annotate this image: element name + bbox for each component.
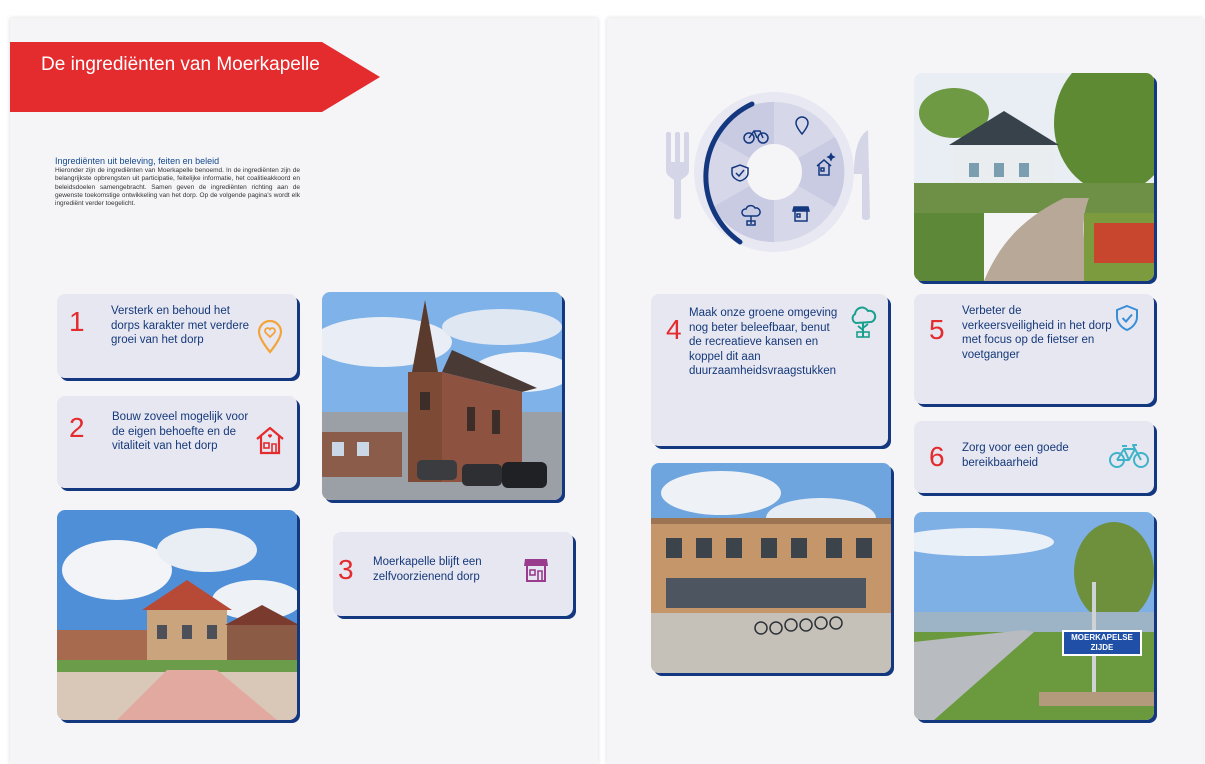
- ingredient-number: 6: [929, 441, 945, 472]
- intro-section: Ingrediënten uit beleving, feiten en bel…: [55, 156, 300, 208]
- ingredient-text: Verbeter de verkeersveiligheid in het do…: [962, 305, 1112, 361]
- ingredient-text: Versterk en behoud het dorps karakter me…: [111, 305, 250, 346]
- ingredient-text: Maak onze groene omgeving nog beter bele…: [689, 307, 838, 377]
- ingredient-number: 2: [69, 412, 85, 443]
- bicycle-icon: [1108, 443, 1150, 474]
- title-banner: De ingrediënten van Moerkapelle: [10, 42, 380, 112]
- ingredient-number: 5: [929, 314, 945, 345]
- shop-icon: [522, 556, 550, 589]
- ingredient-card-4: 4 Maak onze groene omgeving nog beter be…: [651, 294, 888, 446]
- intro-heading: Ingrediënten uit beleving, feiten en bel…: [55, 156, 220, 166]
- tree-icon: [849, 306, 877, 343]
- knife-icon: [854, 130, 870, 220]
- house-heart-icon: [254, 424, 286, 461]
- houses-photo: [57, 510, 297, 720]
- location-heart-icon: [257, 319, 283, 359]
- ingredient-text: Bouw zoveel mogelijk voor de eigen behoe…: [112, 411, 249, 452]
- ingredient-text: Moerkapelle blijft een zelfvoorzienend d…: [373, 556, 482, 583]
- ingredient-card-6: 6 Zorg voor een goede bereikbaarheid: [914, 421, 1154, 493]
- ingredient-card-2: 2 Bouw zoveel mogelijk voor de eigen beh…: [57, 396, 297, 488]
- ingredient-card-3: 3 Moerkapelle blijft een zelfvoorzienend…: [333, 532, 573, 616]
- page-title: De ingrediënten van Moerkapelle: [41, 54, 320, 75]
- ingredient-number: 4: [666, 314, 682, 345]
- street-sign-text: MOERKAPELSE ZIJDE: [1071, 633, 1133, 652]
- shield-check-icon: [1114, 304, 1140, 337]
- plate-illustration: [662, 92, 880, 254]
- ingredient-number: 3: [338, 554, 354, 585]
- fork-icon: [666, 132, 689, 220]
- ingredient-card-5: 5 Verbeter de verkeersveiligheid in het …: [914, 294, 1154, 404]
- farmhouse-photo: [914, 73, 1154, 281]
- ingredient-text: Zorg voor een goede bereikbaarheid: [962, 442, 1069, 469]
- church-photo: [322, 292, 562, 500]
- road-sign-photo: MOERKAPELSE ZIJDE: [914, 512, 1154, 720]
- ingredient-card-1: 1 Versterk en behoud het dorps karakter …: [57, 294, 297, 378]
- school-photo: [651, 463, 891, 673]
- street-sign: MOERKAPELSE ZIJDE: [1062, 630, 1142, 656]
- ingredient-number: 1: [69, 306, 85, 337]
- intro-body: Hieronder zijn de ingrediënten van Moerk…: [55, 167, 300, 208]
